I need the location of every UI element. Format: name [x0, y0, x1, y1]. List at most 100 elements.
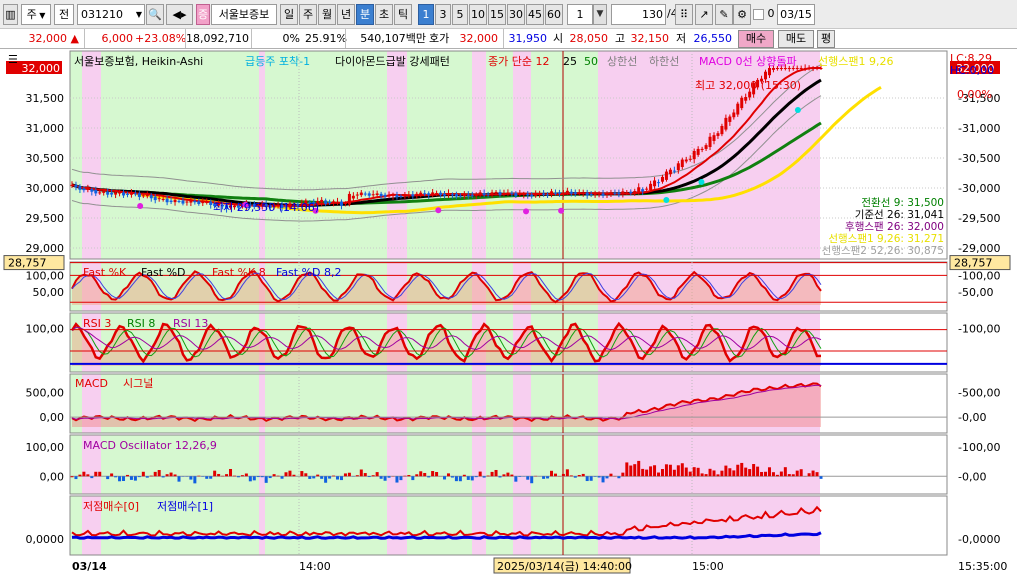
osc-bar — [526, 476, 530, 480]
candle-body — [427, 193, 431, 196]
ratio: 0% — [251, 29, 303, 48]
osc-legend: MACD Oscillator 12,26,9 — [83, 439, 217, 452]
buy-button[interactable]: 매수 — [738, 30, 774, 48]
interval-button-7[interactable]: 60 — [545, 4, 563, 25]
grid-icon[interactable]: ⠿ — [675, 4, 693, 25]
osc-bar — [553, 473, 557, 477]
candle-body — [613, 192, 617, 194]
count-input[interactable]: 130 — [611, 4, 666, 25]
open-label: 시 — [553, 32, 564, 45]
osc-bar — [161, 476, 165, 478]
candle-body — [466, 194, 470, 196]
candle-body — [744, 97, 748, 101]
interval-button-3[interactable]: 10 — [469, 4, 487, 25]
stock-badge: 증 — [196, 4, 210, 25]
osc-bar — [304, 473, 308, 477]
pencil-icon[interactable]: ✎ — [715, 4, 733, 25]
interval-button-2[interactable]: 5 — [452, 4, 468, 25]
period-button-6[interactable]: 틱 — [394, 4, 412, 25]
main-legend-title: 서울보증보험, Heikin-Ashi — [74, 55, 203, 68]
chevron-down-icon[interactable]: ▼ — [593, 4, 607, 25]
interval-button-0[interactable]: 1 — [418, 4, 434, 25]
osc-bar — [593, 476, 597, 477]
candle-body — [680, 159, 684, 167]
code-input[interactable]: 031210 ▼ — [77, 4, 145, 25]
chart-area[interactable]: -31,50031,500-31,00031,000-30,50030,500-… — [0, 49, 1017, 579]
osc-bar — [458, 476, 462, 482]
osc-bar — [122, 476, 126, 481]
candle-body — [181, 200, 185, 204]
candle-body — [490, 192, 494, 195]
tab-prev[interactable]: 전 — [54, 4, 74, 25]
osc-bar — [240, 475, 244, 477]
custom-interval-input[interactable]: 1 — [567, 4, 593, 25]
signal-dot — [137, 203, 144, 209]
osc-zero-right: -0,00 — [958, 470, 986, 483]
legend-lower: 하한선 — [649, 54, 679, 68]
osc-bar — [609, 473, 613, 477]
osc-bar — [565, 469, 569, 477]
candle-body — [161, 198, 165, 200]
speaker-icon[interactable]: ◀▸ — [166, 4, 193, 25]
candle-body — [110, 192, 114, 195]
interval-button-5[interactable]: 30 — [507, 4, 525, 25]
osc-bar — [573, 476, 577, 478]
candle-body — [601, 193, 605, 196]
osc-bar — [411, 476, 415, 481]
candle-body — [363, 193, 367, 195]
osc-bar — [339, 476, 343, 481]
osc-bar — [641, 468, 645, 477]
period-button-2[interactable]: 월 — [318, 4, 336, 25]
eval-button[interactable]: 평 — [817, 30, 835, 48]
osc-bar — [530, 476, 534, 484]
candle-body — [557, 192, 561, 194]
osc-bar — [106, 476, 110, 480]
period-button-0[interactable]: 일 — [280, 4, 298, 25]
sell-button[interactable]: 매도 — [778, 30, 814, 48]
time-end: 15:35:00 — [958, 560, 1007, 573]
osc-bar — [431, 471, 435, 477]
change-percent: +23.08% — [135, 32, 187, 45]
quote-bar: 32,000 ▲ 6,000 +23.08% 18,092,710 0% 25.… — [0, 29, 1017, 49]
osc-bar — [645, 469, 649, 477]
gear-icon[interactable]: ⚙ — [733, 4, 751, 25]
candle-body — [439, 192, 443, 195]
ref-price-right: 28,757 — [954, 257, 993, 270]
osc-bar — [383, 476, 387, 481]
pink-band — [387, 51, 407, 259]
candle-body — [391, 194, 395, 196]
period-button-1[interactable]: 주 — [299, 4, 317, 25]
osc-bar — [542, 476, 546, 479]
cursor-icon[interactable]: ↗ — [695, 4, 713, 25]
pct-value: 0,00% — [957, 88, 992, 101]
period-button-3[interactable]: 년 — [337, 4, 355, 25]
candle-body — [324, 200, 328, 205]
osc-bar — [716, 474, 720, 477]
candle-body — [185, 201, 189, 203]
high-annotation: 최고 32,000 (15:30) — [695, 79, 801, 92]
interval-button-1[interactable]: 3 — [435, 4, 451, 25]
layout-icon[interactable]: ▥ — [3, 4, 18, 25]
checkbox[interactable] — [753, 9, 764, 20]
candle-body — [141, 195, 145, 197]
tab-main-select[interactable]: 주 ▼ — [21, 4, 51, 25]
date-input[interactable]: 03/15 — [777, 4, 815, 25]
interval-button-4[interactable]: 15 — [488, 4, 506, 25]
osc-bar — [760, 471, 764, 477]
osc-bar — [740, 462, 744, 477]
osc-bar — [811, 470, 815, 477]
candle-body — [692, 151, 696, 160]
search-icon[interactable]: 🔍 — [146, 4, 164, 25]
osc-bar — [419, 471, 423, 477]
osc-bar — [114, 476, 118, 478]
osc-bar — [510, 474, 514, 477]
osc-bar — [336, 476, 340, 480]
candle-body — [771, 68, 775, 70]
candle-body — [74, 184, 78, 188]
osc-bar — [494, 469, 498, 477]
osc-bar — [169, 472, 173, 477]
interval-button-6[interactable]: 45 — [526, 4, 544, 25]
period-button-5[interactable]: 초 — [375, 4, 393, 25]
period-button-4[interactable]: 분 — [356, 4, 374, 25]
osc-bar — [229, 468, 233, 477]
